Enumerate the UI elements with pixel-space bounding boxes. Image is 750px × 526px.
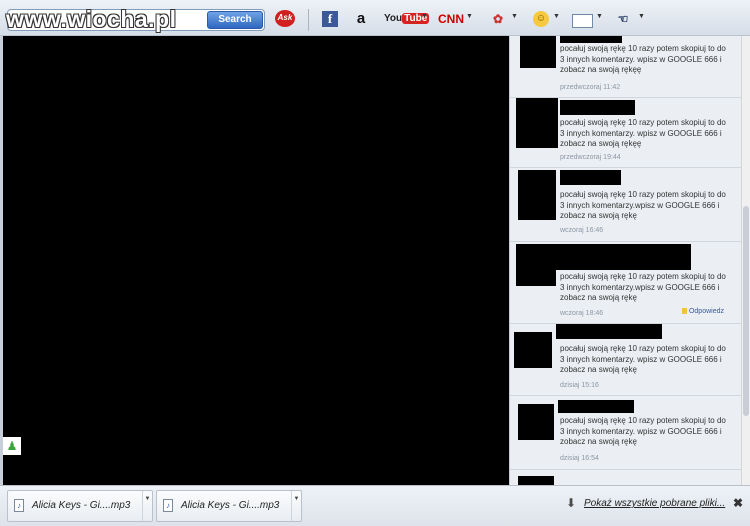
video-player[interactable] bbox=[0, 36, 509, 485]
facebook-icon[interactable]: f bbox=[322, 11, 338, 27]
comment-item bbox=[510, 470, 741, 485]
comment-author[interactable] bbox=[560, 170, 621, 185]
download-bar: ♪ Alicia Keys - Gi....mp3 ▼ ♪ Alicia Key… bbox=[0, 485, 750, 526]
chevron-down-icon[interactable]: ▼ bbox=[142, 491, 152, 521]
download-filename: Alicia Keys - Gi....mp3 bbox=[32, 500, 131, 511]
comment-text: pocałuj swoją rękę 10 razy potem skopiuj… bbox=[560, 118, 726, 148]
comment-timestamp: dzisiaj 15:16 bbox=[560, 382, 599, 389]
comment-text: pocałuj swoją rękę 10 razy potem skopiuj… bbox=[560, 272, 726, 302]
avatar[interactable] bbox=[520, 36, 556, 68]
chevron-down-icon[interactable]: ▼ bbox=[291, 491, 301, 521]
youtube-icon[interactable]: You Tube bbox=[384, 11, 430, 27]
hand-icon[interactable]: ☜ bbox=[612, 11, 634, 27]
comments-scrollbar[interactable] bbox=[741, 36, 750, 485]
comment-item: pocałuj swoją rękę 10 razy potem skopiuj… bbox=[510, 324, 741, 396]
avatar[interactable] bbox=[516, 98, 558, 148]
download-item[interactable]: ♪ Alicia Keys - Gi....mp3 ▼ bbox=[156, 490, 302, 522]
person-icon[interactable]: ♟ bbox=[3, 437, 21, 455]
scrollbar-thumb[interactable] bbox=[743, 206, 749, 416]
comment-timestamp: wczoraj 18:46 bbox=[560, 310, 604, 317]
comment-timestamp: dzisiaj 16:54 bbox=[560, 455, 599, 462]
youtube-you-label: You bbox=[384, 13, 403, 24]
ask-icon[interactable]: Ask bbox=[275, 10, 295, 27]
avatar[interactable] bbox=[514, 332, 552, 368]
download-item[interactable]: ♪ Alicia Keys - Gi....mp3 ▼ bbox=[7, 490, 153, 522]
audio-file-icon: ♪ bbox=[163, 499, 173, 512]
avatar[interactable] bbox=[518, 404, 554, 440]
download-filename: Alicia Keys - Gi....mp3 bbox=[181, 500, 280, 511]
comment-timestamp: wczoraj 16:46 bbox=[560, 227, 604, 234]
toolbar-divider bbox=[308, 9, 309, 31]
chevron-down-icon[interactable]: ▼ bbox=[466, 13, 473, 20]
comment-author[interactable] bbox=[560, 100, 635, 115]
left-edge bbox=[0, 36, 3, 485]
comment-author[interactable] bbox=[558, 400, 634, 413]
comment-text: pocałuj swoją rękę 10 razy potem skopiuj… bbox=[560, 344, 726, 374]
comment-author[interactable] bbox=[516, 244, 691, 270]
audio-file-icon: ♪ bbox=[14, 499, 24, 512]
games-icon[interactable]: ✿ bbox=[487, 11, 509, 27]
search-button[interactable]: Search bbox=[207, 11, 263, 29]
mail-icon[interactable] bbox=[572, 11, 593, 28]
smiley-icon[interactable]: ☺ bbox=[533, 11, 549, 27]
comment-text: pocałuj swoją rękę 10 razy potem skopiuj… bbox=[560, 416, 726, 446]
download-arrow-icon: ⬇ bbox=[566, 496, 577, 510]
comment-item: pocałuj swoją rękę 10 razy potem skopiuj… bbox=[510, 168, 741, 242]
chevron-down-icon[interactable]: ▼ bbox=[638, 13, 645, 20]
comment-text: pocałuj swoją rękę 10 razy potem skopiuj… bbox=[560, 44, 726, 74]
close-icon[interactable]: ✖ bbox=[733, 496, 743, 510]
cnn-icon[interactable]: CNN bbox=[438, 11, 464, 27]
comment-item: pocałuj swoją rękę 10 razy potem skopiuj… bbox=[510, 396, 741, 470]
reply-link[interactable]: Odpowiedz bbox=[682, 308, 724, 315]
chevron-down-icon[interactable]: ▼ bbox=[421, 13, 428, 20]
chevron-down-icon[interactable]: ▼ bbox=[596, 13, 603, 20]
chevron-down-icon[interactable]: ▼ bbox=[553, 13, 560, 20]
show-all-downloads-link[interactable]: Pokaż wszystkie pobrane pliki... bbox=[584, 498, 725, 509]
comment-author[interactable] bbox=[556, 324, 662, 339]
comment-item: pocałuj swoją rękę 10 razy potem skopiuj… bbox=[510, 98, 741, 168]
chevron-down-icon[interactable]: ▼ bbox=[511, 13, 518, 20]
site-logo-watermark: www.wiocha.pl bbox=[6, 6, 177, 32]
comment-item: pocałuj swoją rękę 10 razy potem skopiuj… bbox=[510, 36, 741, 98]
comment-timestamp: przedwczoraj 19:44 bbox=[560, 154, 621, 161]
comment-author[interactable] bbox=[560, 36, 622, 43]
comment-text: pocałuj swoją rękę 10 razy potem skopiuj… bbox=[560, 190, 726, 220]
amazon-icon[interactable]: a bbox=[353, 11, 369, 27]
avatar[interactable] bbox=[518, 476, 554, 485]
avatar[interactable] bbox=[518, 170, 556, 220]
comment-item: pocałuj swoją rękę 10 razy potem skopiuj… bbox=[510, 242, 741, 324]
comments-panel: pocałuj swoją rękę 10 razy potem skopiuj… bbox=[509, 36, 741, 485]
comment-timestamp: przedwczoraj 11:42 bbox=[560, 84, 621, 91]
